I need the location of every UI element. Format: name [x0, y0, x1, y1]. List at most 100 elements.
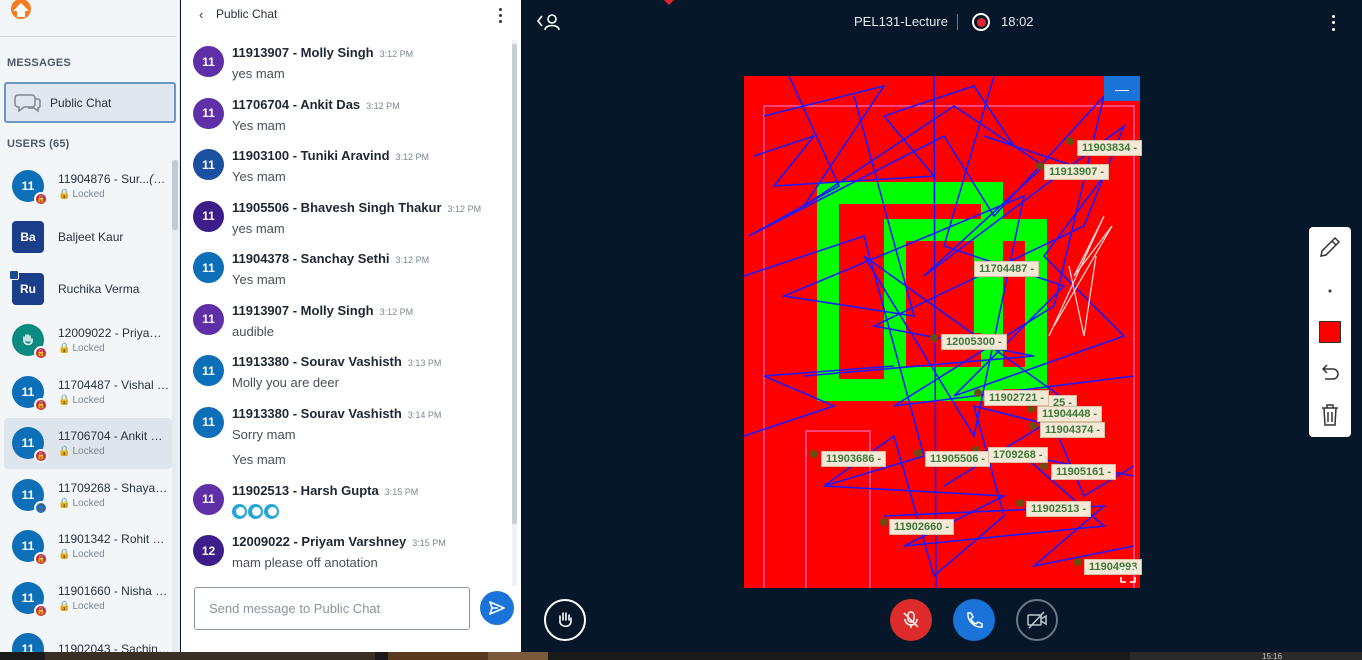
chat-message: 11 11913380 - Sourav Vashisth 3:14 PM Sor…	[181, 401, 511, 478]
lock-icon: 🔒	[58, 600, 71, 612]
user-name: 11901342 - Rohit M...	[58, 532, 170, 547]
cursor-label: 12005300 -	[941, 334, 1007, 350]
mic-toggle-button[interactable]	[890, 599, 932, 641]
user-status: 🔒 Locked	[58, 446, 105, 458]
user-name: 11904876 - Sur...(You)	[58, 172, 170, 186]
chat-message-input[interactable]	[194, 587, 470, 630]
chevron-left-icon[interactable]: ‹	[199, 7, 203, 22]
leave-audio-button[interactable]	[953, 599, 995, 641]
chat-message: 11 11902513 - Harsh Gupta 3:15 PM	[181, 478, 511, 530]
cursor-label: 11902513 -	[1026, 501, 1092, 517]
user-list-item[interactable]: Ru Ruchika Verma	[4, 263, 172, 315]
sender-name: 11913907 - Molly Singh	[232, 45, 374, 60]
presenter-icon	[9, 269, 19, 280]
chat-options-button[interactable]	[495, 6, 505, 24]
lock-icon: 🔒	[34, 346, 48, 361]
sender-name: 11905506 - Bhavesh Singh Thakur	[232, 199, 442, 215]
title-divider	[957, 14, 958, 30]
scrollbar-thumb[interactable]	[172, 160, 178, 230]
phone-icon	[967, 612, 983, 628]
chat-title[interactable]: Public Chat	[216, 7, 277, 21]
users-section-title: USERS (65)	[7, 138, 70, 150]
public-chat-label: Public Chat	[50, 95, 112, 110]
user-list-item[interactable]: 11 🔒 11706704 - Ankit Das 🔒 Locked	[4, 417, 172, 469]
user-name: 12009022 - Priyam ...	[58, 326, 170, 341]
message-text: Yes mam	[232, 451, 286, 467]
chat-message: 11 11903100 - Tuniki Aravind 3:12 PM Yes …	[181, 143, 511, 195]
raise-hand-icon	[559, 612, 572, 628]
user-list-item[interactable]: 11 🔒 11901342 - Rohit M... 🔒 Locked	[4, 521, 172, 573]
camera-toggle-button[interactable]	[1016, 599, 1058, 641]
minimize-presentation-button[interactable]: —	[1104, 76, 1140, 101]
options-menu-button[interactable]	[1328, 13, 1338, 33]
lock-icon: 🔒	[58, 394, 71, 406]
user-list-item[interactable]: 11 🎧 11709268 - Shayan ... 🔒 Locked	[4, 469, 172, 521]
record-icon[interactable]	[972, 13, 990, 31]
user-list-item[interactable]: 11 🔒 11704487 - Vishal G... 🔒 Locked	[4, 366, 172, 418]
message-text: Sorry mam	[232, 426, 296, 442]
user-name: 11706704 - Ankit Das	[58, 429, 170, 444]
send-icon	[489, 601, 505, 615]
user-name: 11704487 - Vishal G...	[58, 377, 170, 392]
avatar: 11 🔒	[12, 169, 48, 206]
trash-icon[interactable]	[1314, 399, 1346, 431]
chat-header: ‹ Public Chat	[181, 0, 521, 30]
avatar: 11 🔒	[12, 530, 48, 567]
lpu-logo	[11, 0, 31, 19]
taskbar-clock: 15:16	[1262, 652, 1283, 660]
user-name: 11901660 - Nisha K...	[58, 583, 170, 598]
user-list-item[interactable]: Ba Baljeet Kaur	[4, 212, 172, 264]
lock-icon: 🔒	[58, 343, 71, 355]
chat-message: 11 11913380 - Sourav Vashisth 3:13 PM Mol…	[181, 349, 511, 401]
chat-message: 11 11913907 - Molly Singh 3:12 PM audible	[181, 298, 511, 350]
avatar: 11	[193, 303, 224, 335]
scrollbar-thumb[interactable]	[512, 44, 517, 524]
message-text: yes mam	[232, 66, 285, 81]
taskbar-strip	[0, 652, 1362, 660]
user-list-icon[interactable]	[536, 12, 562, 32]
user-name: Baljeet Kaur	[58, 230, 124, 245]
camera-off-icon	[1027, 611, 1047, 629]
user-list-item[interactable]: 🔒 12009022 - Priyam ... 🔒 Locked	[4, 315, 172, 367]
message-time: 3:12 PM	[379, 49, 414, 59]
wave-emoji-icon	[264, 503, 279, 519]
user-status: 🔒 Locked	[58, 394, 105, 406]
message-time: 3:12 PM	[379, 306, 414, 317]
chat-bubble-icon	[14, 93, 41, 113]
lock-icon: 🔒	[34, 191, 48, 206]
public-chat-item[interactable]: Public Chat	[4, 82, 176, 123]
user-list-scrollbar[interactable]	[172, 160, 178, 652]
user-status: 🔒 Locked	[58, 600, 105, 612]
meeting-title: PEL131-Lecture	[854, 14, 948, 29]
user-list-item[interactable]: 11 🔒 11901660 - Nisha K... 🔒 Locked	[4, 572, 172, 624]
avatar: 11	[193, 200, 224, 232]
message-time: 3:12 PM	[395, 152, 430, 162]
cursor-label: 11904374 -	[1040, 422, 1106, 438]
avatar: 11	[12, 633, 44, 652]
color-swatch-icon[interactable]	[1314, 316, 1346, 348]
avatar: 11	[193, 252, 224, 283]
undo-icon[interactable]	[1314, 357, 1346, 389]
avatar: 11 🔒	[12, 427, 48, 464]
wave-emoji-icon	[232, 503, 247, 519]
sender-name: 11913380 - Sourav Vashisth	[232, 354, 402, 369]
avatar: 11	[193, 483, 224, 515]
message-list: 11 11913907 - Molly Singh 3:12 PM yes mam…	[181, 40, 511, 581]
chat-message: 11 11706704 - Ankit Das 3:12 PM Yes mam	[181, 92, 511, 144]
send-message-button[interactable]	[480, 591, 514, 625]
thickness-dot-icon[interactable]	[1314, 275, 1346, 307]
avatar: 12	[193, 535, 224, 566]
user-list-item[interactable]: 11🔒 11904876 - Sur...(You) 🔒Locked	[4, 160, 172, 212]
message-text: Yes mam	[232, 169, 286, 184]
top-marker	[664, 0, 674, 5]
raise-hand-button[interactable]	[544, 599, 586, 641]
user-sidebar: MESSAGES Public Chat USERS (65) 11 🔒 1190…	[0, 0, 180, 652]
you-tag: (You)	[149, 171, 170, 186]
raise-hand-icon	[23, 334, 33, 346]
fullscreen-icon[interactable]	[1119, 566, 1137, 584]
chat-scrollbar[interactable]	[512, 40, 517, 586]
message-time: 3:12 PM	[447, 203, 482, 214]
user-list-item[interactable]: 11 11902043 - Sachin V...	[4, 624, 172, 652]
user-status: 🔒 Locked	[58, 549, 105, 561]
pencil-icon[interactable]	[1314, 231, 1346, 263]
